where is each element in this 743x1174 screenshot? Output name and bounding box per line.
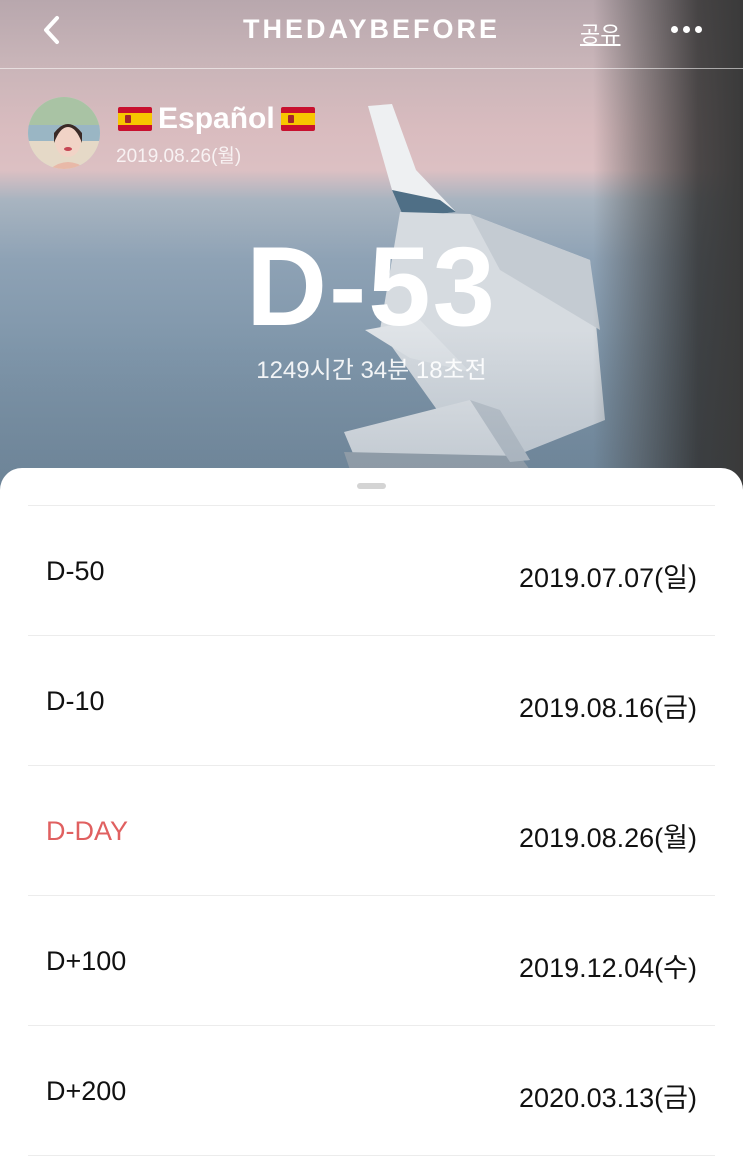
share-button[interactable]: 공유	[580, 17, 620, 49]
milestone-date: 2019.08.26(월)	[519, 823, 697, 853]
event-title: Español	[118, 102, 315, 136]
milestone-list: D-50 2019.07.07(일) D-10 2019.08.16(금) D-…	[28, 506, 715, 1156]
milestone-label: D-50	[46, 556, 105, 586]
milestone-row-dday[interactable]: D-DAY 2019.08.26(월)	[28, 766, 715, 896]
milestones-sheet: D-50 2019.07.07(일) D-10 2019.08.16(금) D-…	[0, 468, 743, 1174]
spain-flag-icon	[118, 107, 152, 131]
avatar[interactable]	[28, 97, 100, 169]
event-title-text: Español	[158, 102, 275, 135]
top-bar: THEDAYBEFORE 공유	[0, 0, 743, 69]
milestone-date: 2020.03.13(금)	[519, 1083, 697, 1113]
more-options-button[interactable]	[664, 14, 708, 44]
milestone-label: D-10	[46, 686, 105, 716]
time-remaining: 1249시간 34분 18초전	[256, 357, 487, 384]
milestone-date: 2019.08.16(금)	[519, 693, 697, 723]
event-date: 2019.08.26(월)	[116, 146, 242, 167]
milestone-row[interactable]: D-50 2019.07.07(일)	[28, 506, 715, 636]
app-brand-logo: THEDAYBEFORE	[242, 14, 501, 44]
milestone-row[interactable]: D+200 2020.03.13(금)	[28, 1026, 715, 1156]
milestone-row[interactable]: D+100 2019.12.04(수)	[28, 896, 715, 1026]
sheet-drag-handle[interactable]	[357, 483, 386, 489]
milestone-label: D+100	[46, 946, 127, 976]
more-dots-icon	[670, 25, 678, 33]
milestone-label: D+200	[46, 1076, 127, 1106]
countdown-display: D-53	[246, 224, 497, 349]
milestone-date: 2019.12.04(수)	[519, 953, 697, 983]
milestone-label: D-DAY	[46, 816, 129, 846]
spain-flag-icon	[280, 107, 315, 131]
milestone-date: 2019.07.07(일)	[519, 563, 697, 593]
milestone-row[interactable]: D-10 2019.08.16(금)	[28, 636, 715, 766]
